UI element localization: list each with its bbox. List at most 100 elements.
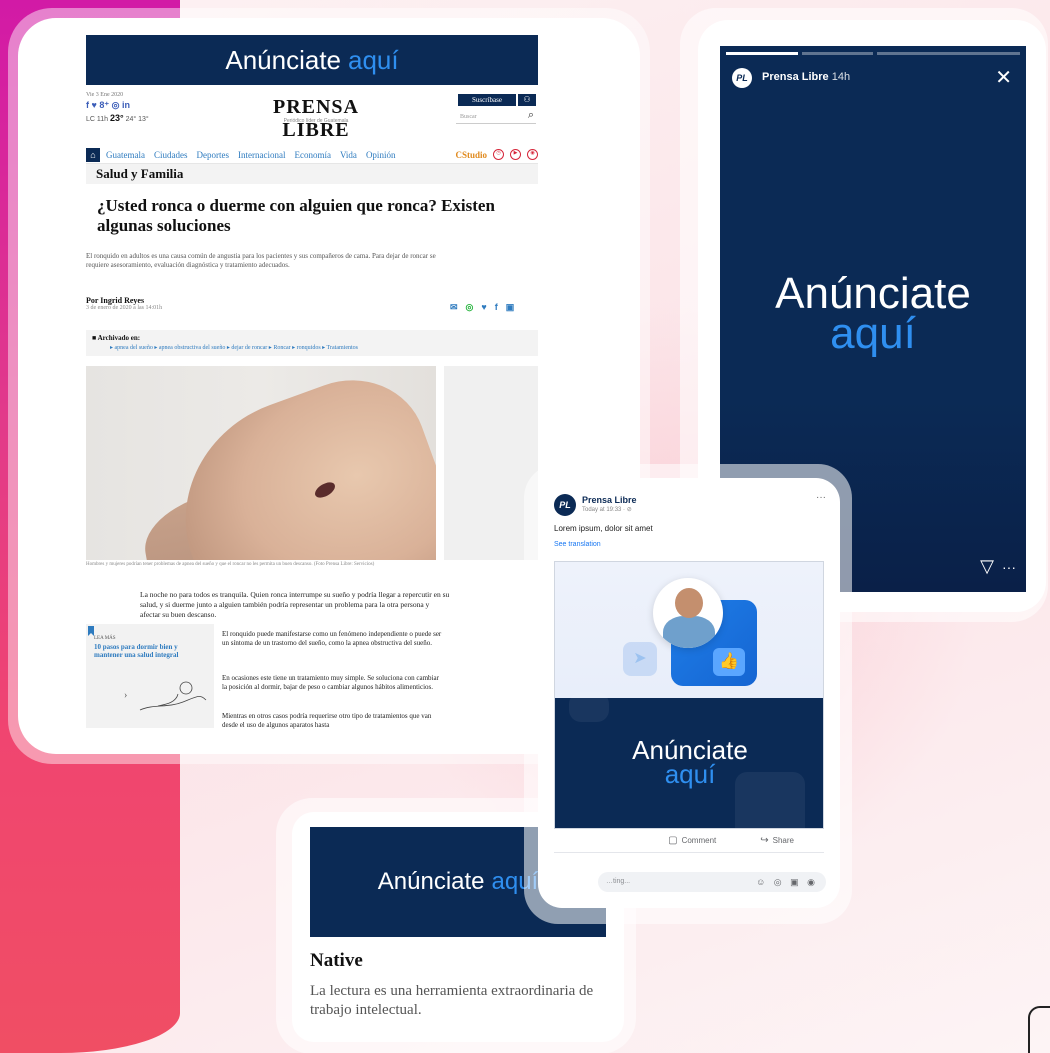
corner-device-outline: [1028, 1006, 1050, 1053]
progress-segment: [877, 52, 1020, 55]
logo-tagline: Periódico líder de Guatemala: [283, 118, 349, 124]
native-title: Native: [310, 950, 363, 971]
article-headline: ¿Usted ronca o duerme con alguien que ro…: [97, 196, 495, 235]
share-icon: ↪: [760, 834, 769, 846]
photo-face: [152, 366, 436, 560]
nav-right: CStudio ◷ ▶ ◉: [455, 149, 538, 160]
progress-segment: [801, 52, 873, 55]
ad-label-accent: aquí: [348, 44, 399, 75]
comment-button[interactable]: ▢ Comment: [668, 835, 716, 846]
archive-tags: Archivado en: ▸ apnea del sueño ▸ apnea …: [86, 330, 538, 356]
search-input[interactable]: Buscar: [456, 110, 536, 124]
story-name-label: Prensa Libre: [762, 71, 829, 83]
read-more-label: LEA MÁS: [94, 636, 116, 641]
facebook-mockup: PL Prensa Libre Today at 19:33 · ⊘ ··· L…: [538, 478, 840, 908]
sleeping-sketch-icon: [139, 681, 207, 711]
avatar[interactable]: PL: [732, 68, 752, 88]
tag-list[interactable]: ▸ apnea del sueño ▸ apnea obstructiva de…: [110, 344, 532, 351]
see-translation-link[interactable]: See translation: [554, 541, 601, 548]
fb-page-name[interactable]: Prensa Libre: [582, 495, 637, 505]
fb-action-bar: ▢ Comment ↪ Share: [554, 830, 824, 850]
nav-item-ciudades[interactable]: Ciudades: [154, 150, 188, 160]
top-ad-banner[interactable]: Anúnciate aquí: [86, 35, 538, 85]
person-body: [663, 616, 715, 648]
fb-post-text: Lorem ipsum, dolor sit amet: [554, 524, 653, 533]
fb-media-illustration: ➤ 👍: [555, 562, 823, 698]
site-nav: ⌂ Guatemala Ciudades Deportes Internacio…: [86, 146, 538, 164]
ad-label-main: Anúnciate: [225, 44, 342, 75]
site-header: Vie 3 Ene 2020 f ♥ 8⁺ ◎ in LC 11h 23° 24…: [86, 92, 538, 141]
send-icon[interactable]: ▽: [980, 556, 994, 577]
weather-extra: 24° 13°: [125, 116, 149, 123]
article-paragraph-2: El ronquido puede manifestarse como un f…: [222, 630, 442, 648]
decor-square: [569, 692, 609, 722]
fb-post-time: Today at 19:33 · ⊘: [582, 507, 632, 513]
nav-item-economia[interactable]: Economía: [294, 150, 331, 160]
story-account-name[interactable]: Prensa Libre 14h: [762, 71, 850, 83]
search-icon[interactable]: ⌕: [528, 109, 534, 122]
person-photo: [653, 578, 723, 648]
nav-item-guatemala[interactable]: Guatemala: [106, 150, 145, 160]
thumbs-up-icon: 👍: [713, 648, 745, 676]
nav-item-deportes[interactable]: Deportes: [196, 150, 229, 160]
author-name: Por Ingrid Reyes: [86, 296, 145, 305]
ad-label-main: Anúnciate: [377, 868, 485, 895]
photo-caption: Hombres y mujeres podrían tener problema…: [86, 562, 375, 567]
nav-item-opinion[interactable]: Opinión: [366, 150, 396, 160]
archive-label: Archivado en:: [92, 334, 532, 342]
read-more-box[interactable]: LEA MÁS 10 pasos para dormir bien y mant…: [86, 624, 214, 728]
chevron-right-icon[interactable]: ›: [124, 690, 127, 701]
comment-placeholder: …ting...: [606, 878, 631, 885]
share-button[interactable]: ↪ Share: [760, 835, 794, 846]
share-row: ✉ ◎ ♥ f ▣: [450, 302, 514, 313]
more-icon[interactable]: ···: [1002, 559, 1016, 575]
close-icon[interactable]: ✕: [995, 65, 1012, 90]
whatsapp-share-icon[interactable]: ◎: [466, 302, 474, 313]
user-menu-icon[interactable]: ⚇: [518, 94, 536, 106]
fb-ad-panel: Anúnciate aquí: [555, 692, 823, 828]
subscribe-button[interactable]: Suscríbase: [458, 94, 516, 106]
article-paragraph-3: En ocasiones este tiene un tratamiento m…: [222, 674, 439, 692]
weather-city: LC 11h: [86, 116, 109, 123]
section-title[interactable]: Salud y Familia: [86, 164, 538, 184]
fb-post-media[interactable]: ➤ 👍 Anúnciate aquí: [554, 561, 824, 829]
email-share-icon[interactable]: ✉: [450, 302, 458, 313]
person-head: [675, 588, 703, 618]
nav-item-internacional[interactable]: Internacional: [238, 150, 285, 160]
play-icon[interactable]: ▶: [510, 149, 521, 160]
comment-label: Comment: [681, 835, 717, 845]
more-icon[interactable]: ···: [816, 492, 826, 503]
comment-input[interactable]: …ting... ☺ ◎ ▣ ◉: [598, 872, 826, 892]
nav-item-vida[interactable]: Vida: [340, 150, 357, 160]
story-ad-text[interactable]: Anúnciate aquí: [720, 272, 1026, 358]
fb-ad-text: Anúnciate aquí: [555, 737, 823, 789]
bookmark-icon: [88, 626, 94, 636]
ad-label-accent: aquí: [830, 309, 916, 358]
article-photo: [86, 366, 436, 560]
article-lede: El ronquido en adultos es una causa comú…: [86, 252, 436, 269]
avatar[interactable]: PL: [554, 494, 576, 516]
share-label: Share: [772, 835, 794, 845]
clock-icon[interactable]: ◷: [493, 149, 504, 160]
audio-icon[interactable]: ◉: [527, 149, 538, 160]
paper-plane-icon: ➤: [623, 642, 657, 676]
facebook-share-icon[interactable]: f: [495, 302, 498, 313]
story-progress: [726, 52, 1020, 55]
publish-date: 3 de enero de 2020 a las 14:01h: [86, 305, 163, 311]
native-description: La lectura es una herramienta extraordin…: [310, 983, 594, 1018]
twitter-share-icon[interactable]: ♥: [481, 302, 486, 313]
comment-icon: ▢: [668, 834, 678, 846]
article-paragraph-1: La noche no para todos es tranquila. Qui…: [140, 590, 450, 619]
article-paragraph-4: Mientras en otros casos podría requerirs…: [222, 712, 432, 730]
progress-segment-active: [726, 52, 798, 55]
home-icon[interactable]: ⌂: [86, 147, 100, 162]
divider: [554, 852, 824, 853]
comment-tools-icons[interactable]: ☺ ◎ ▣ ◉: [756, 872, 818, 892]
byline: Por Ingrid Reyes 3 de enero de 2020 a la…: [86, 296, 162, 311]
comments-icon[interactable]: ▣: [506, 302, 515, 313]
weather-temp: 23°: [110, 113, 124, 123]
ad-label-accent: aquí: [664, 759, 716, 789]
studio-link[interactable]: CStudio: [455, 150, 487, 160]
read-more-title[interactable]: 10 pasos para dormir bien y mantener una…: [94, 643, 206, 659]
story-time: 14h: [831, 71, 851, 83]
